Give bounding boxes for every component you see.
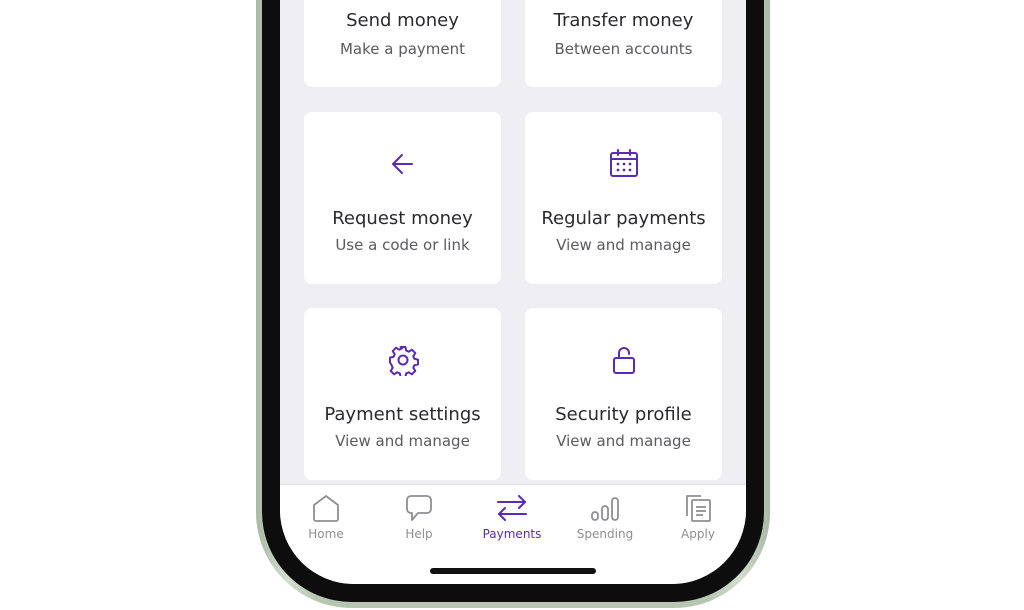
home-indicator[interactable]	[430, 568, 596, 574]
tab-help[interactable]: Help	[384, 491, 454, 545]
unlock-icon	[608, 344, 640, 376]
payment-settings-tile[interactable]: Payment settings View and manage	[304, 308, 501, 480]
tab-payments[interactable]: Payments	[477, 491, 547, 545]
chat-bubble-icon	[384, 491, 454, 525]
tab-label: Payments	[482, 527, 542, 541]
send-money-tile[interactable]: Send money Make a payment	[304, 0, 501, 87]
tile-subtitle: View and manage	[556, 236, 691, 254]
tab-label: Apply	[681, 527, 715, 541]
home-icon	[291, 491, 361, 525]
tile-title: Regular payments	[541, 208, 706, 229]
tile-subtitle: Make a payment	[339, 40, 466, 58]
gear-icon	[387, 344, 419, 376]
tile-subtitle: View and manage	[556, 432, 691, 450]
calendar-icon	[608, 148, 640, 180]
transfer-money-tile[interactable]: Transfer money Between accounts	[525, 0, 722, 87]
tab-label: Home	[308, 527, 344, 541]
bar-chart-icon	[570, 491, 640, 525]
tile-title: Transfer money	[553, 10, 694, 31]
tile-title: Payment settings	[324, 404, 481, 425]
tile-subtitle: Between accounts	[554, 40, 693, 58]
regular-payments-tile[interactable]: Regular payments View and manage	[525, 112, 722, 284]
security-profile-tile[interactable]: Security profile View and manage	[525, 308, 722, 480]
tab-label: Help	[405, 527, 433, 541]
transfer-arrows-icon	[477, 491, 547, 525]
request-money-tile[interactable]: Request money Use a code or link	[304, 112, 501, 284]
tile-title: Request money	[332, 208, 473, 229]
app-screen: Send money Make a payment Transfer money…	[280, 0, 746, 584]
tab-label: Spending	[576, 527, 634, 541]
tab-home[interactable]: Home	[291, 491, 361, 545]
tab-apply[interactable]: Apply	[663, 491, 733, 545]
tile-title: Security profile	[555, 404, 692, 425]
arrow-left-icon	[387, 148, 419, 180]
tile-subtitle: Use a code or link	[335, 236, 470, 254]
tile-subtitle: View and manage	[335, 432, 470, 450]
documents-icon	[663, 491, 733, 525]
tab-spending[interactable]: Spending	[570, 491, 640, 545]
tile-title: Send money	[346, 10, 459, 31]
